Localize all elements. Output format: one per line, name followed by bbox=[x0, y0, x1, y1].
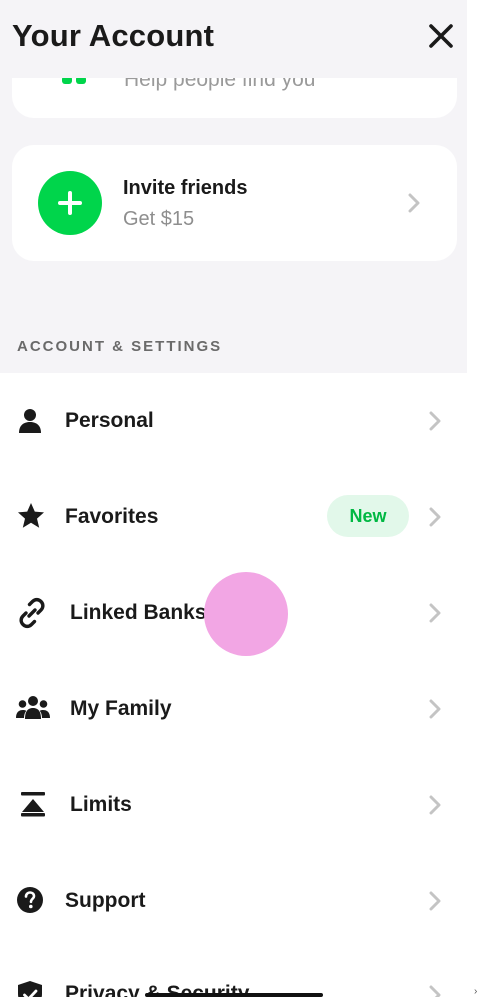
settings-item-label: Support bbox=[65, 889, 146, 912]
page-title: Your Account bbox=[12, 18, 215, 53]
settings-item-my-family[interactable]: My Family bbox=[0, 661, 467, 757]
star-icon bbox=[16, 501, 46, 536]
close-button[interactable] bbox=[425, 20, 457, 52]
settings-item-label: My Family bbox=[70, 697, 172, 720]
account-screen: Help people find you Invite friends Get … bbox=[0, 0, 467, 997]
chevron-right-icon bbox=[427, 507, 443, 532]
settings-item-privacy-security[interactable]: Privacy & Security bbox=[0, 949, 467, 997]
chevron-right-icon bbox=[427, 411, 443, 436]
link-icon bbox=[16, 597, 48, 634]
home-indicator[interactable] bbox=[145, 993, 323, 997]
close-icon bbox=[429, 24, 453, 48]
invite-subtitle: Get $15 bbox=[123, 208, 195, 230]
chevron-right-icon bbox=[427, 795, 443, 820]
shield-check-icon bbox=[16, 980, 44, 997]
person-icon bbox=[16, 407, 44, 440]
settings-item-label: Linked Banks bbox=[70, 601, 207, 624]
settings-item-label: Limits bbox=[70, 793, 132, 816]
settings-item-limits[interactable]: Limits bbox=[0, 757, 467, 853]
section-header: ACCOUNT & SETTINGS bbox=[17, 338, 223, 355]
chevron-right-icon bbox=[427, 891, 443, 916]
invite-friends-card[interactable]: Invite friends Get $15 bbox=[12, 145, 457, 261]
invite-plus-icon bbox=[38, 171, 102, 235]
family-icon bbox=[16, 695, 50, 726]
settings-item-label: Favorites bbox=[65, 505, 159, 528]
invite-title: Invite friends bbox=[123, 177, 248, 199]
limits-icon bbox=[20, 791, 46, 822]
settings-item-support[interactable]: Support bbox=[0, 853, 467, 949]
new-badge: New bbox=[327, 495, 409, 537]
settings-item-personal[interactable]: Personal bbox=[0, 373, 467, 469]
touch-indicator bbox=[204, 572, 288, 656]
chevron-right-icon bbox=[427, 985, 443, 997]
settings-item-favorites[interactable]: Favorites New bbox=[0, 469, 467, 565]
settings-list: Personal Favorites New Linked Banks My F… bbox=[0, 373, 467, 997]
chevron-right-icon bbox=[427, 603, 443, 628]
edge-chevron-icon: › bbox=[474, 986, 478, 997]
settings-item-label: Personal bbox=[65, 409, 154, 432]
chevron-right-icon bbox=[406, 193, 422, 218]
header-bar: Your Account bbox=[0, 0, 467, 78]
help-icon bbox=[16, 886, 44, 919]
chevron-right-icon bbox=[427, 699, 443, 724]
